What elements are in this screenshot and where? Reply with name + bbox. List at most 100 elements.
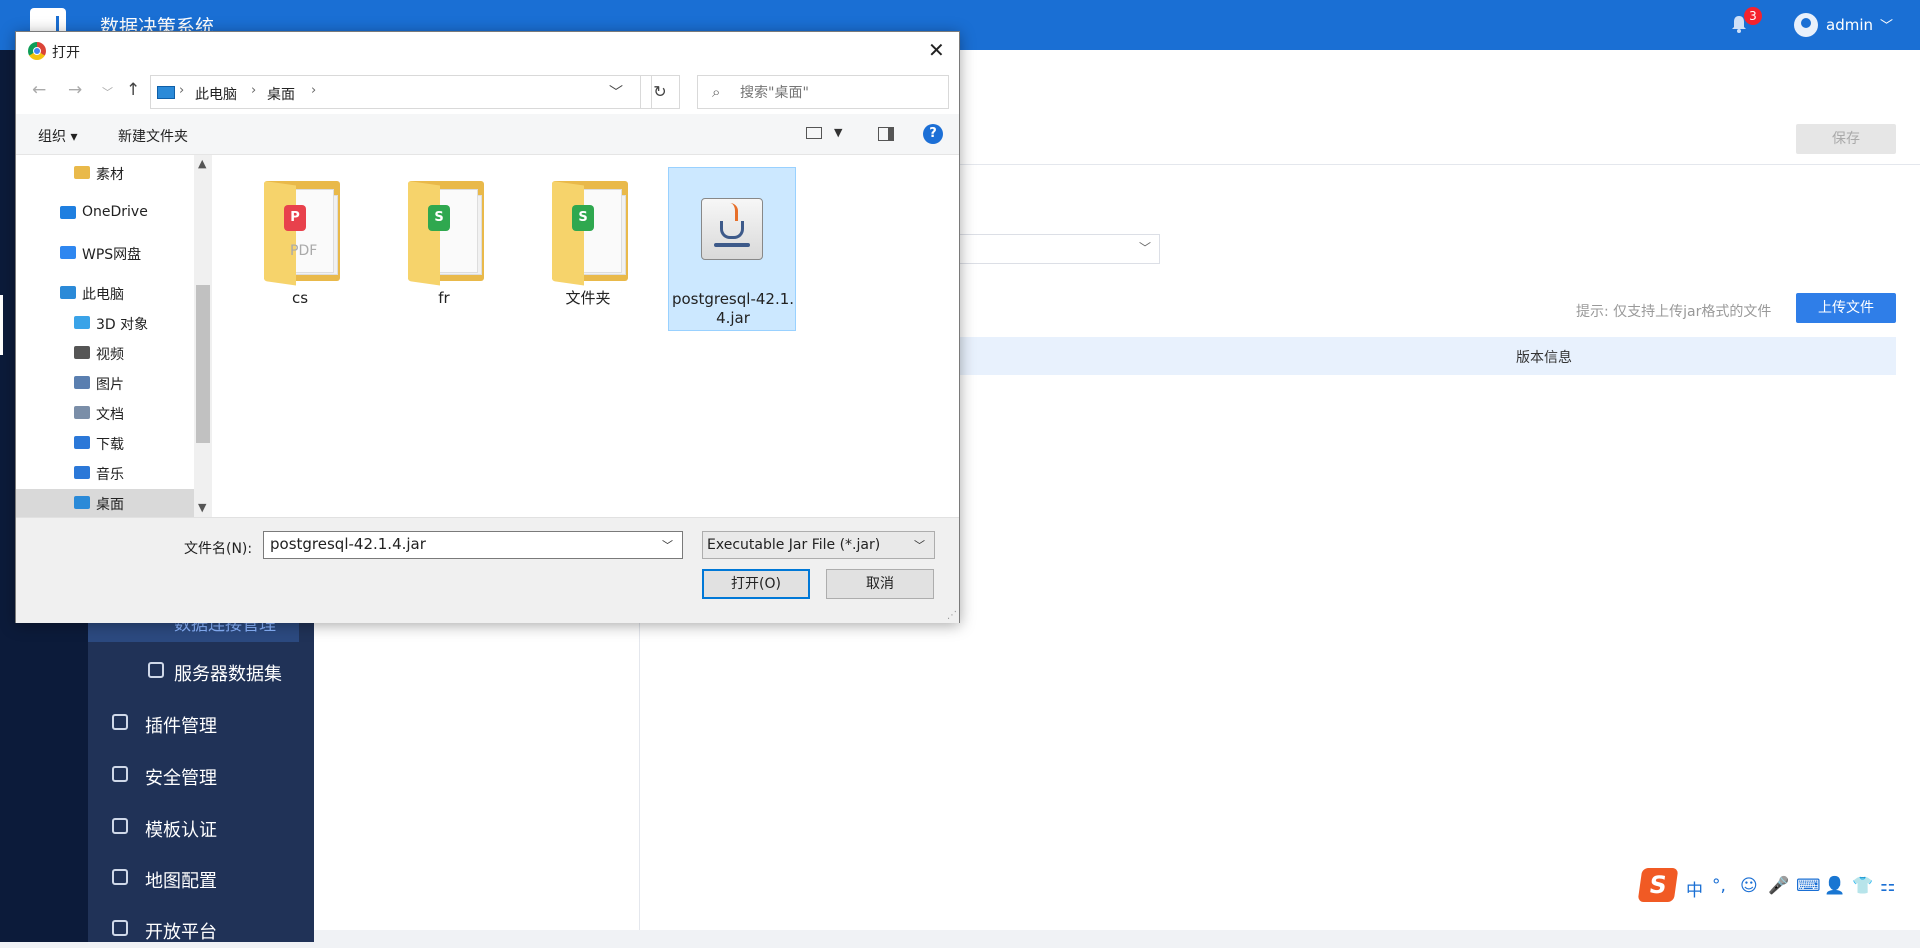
file-item-folder[interactable]: S 文件夹 bbox=[524, 167, 652, 331]
scroll-up-icon[interactable]: ▲ bbox=[198, 157, 206, 170]
sidebar-item-security[interactable]: 安全管理 bbox=[88, 758, 314, 794]
nav-tree-label: 音乐 bbox=[96, 467, 124, 483]
scrollbar-thumb[interactable] bbox=[196, 285, 210, 443]
refresh-button[interactable]: ↻ bbox=[640, 75, 680, 109]
navigation-pane: 素材 OneDrive WPS网盘此电脑 3D 对象视频图片文档下载音乐桌面 bbox=[16, 155, 194, 517]
nav-tree-label: 文档 bbox=[96, 407, 124, 423]
nav-scrollbar[interactable]: ▲ ▼ bbox=[194, 155, 212, 517]
folder-icon: S bbox=[552, 181, 628, 286]
nav-tree-item[interactable]: 图片 bbox=[16, 369, 194, 397]
resize-grip-icon[interactable]: ⋰ bbox=[947, 610, 957, 621]
sidebar-item-template-auth[interactable]: 模板认证 bbox=[88, 810, 314, 846]
scroll-down-icon[interactable]: ▼ bbox=[198, 501, 206, 514]
folder-icon: P PDF bbox=[264, 181, 340, 286]
file-name: postgresql-42.1.4.jar bbox=[671, 290, 795, 327]
nav-tree-item[interactable]: 此电脑 bbox=[16, 279, 194, 307]
notification-badge: 3 bbox=[1744, 7, 1762, 25]
nav-tree-label: 素材 bbox=[96, 167, 124, 183]
file-item-fr[interactable]: S fr bbox=[380, 167, 508, 331]
cloud-icon bbox=[60, 246, 76, 259]
chevron-down-icon[interactable]: ▼ bbox=[834, 126, 842, 139]
user-name[interactable]: admin bbox=[1826, 16, 1873, 34]
file-type-select[interactable]: Executable Jar File (*.jar) bbox=[702, 531, 935, 559]
picture-icon bbox=[74, 376, 90, 389]
nav-tree-item[interactable]: OneDrive bbox=[16, 199, 194, 227]
breadcrumb-this-pc[interactable]: 此电脑 bbox=[195, 84, 237, 104]
cube-icon bbox=[74, 316, 90, 329]
search-box[interactable]: ⌕ bbox=[697, 75, 949, 109]
nav-tree-label: 3D 对象 bbox=[96, 317, 149, 333]
nav-tree-item[interactable]: 音乐 bbox=[16, 459, 194, 487]
download-icon bbox=[74, 436, 90, 449]
breadcrumb-desktop[interactable]: 桌面 bbox=[267, 84, 295, 104]
sidebar-item-plugins[interactable]: 插件管理 bbox=[88, 706, 314, 742]
nav-tree-item[interactable]: 下载 bbox=[16, 429, 194, 457]
sidebar-item-server-dataset[interactable]: 服务器数据集 bbox=[88, 654, 314, 690]
avatar[interactable] bbox=[1794, 13, 1818, 37]
microphone-icon[interactable]: 🎤 bbox=[1768, 876, 1789, 896]
recent-locations-chevron-icon[interactable]: ﹀ bbox=[102, 84, 113, 100]
upload-hint: 提示: 仅支持上传jar格式的文件 bbox=[1576, 304, 1772, 320]
chevron-down-icon[interactable]: ﹀ bbox=[914, 537, 925, 553]
nav-tree-item[interactable]: 素材 bbox=[16, 159, 194, 187]
ime-chinese-mode[interactable]: 中 bbox=[1686, 876, 1703, 901]
sidebar-item-map-config[interactable]: 地图配置 bbox=[88, 861, 314, 897]
nav-tree-label: 此电脑 bbox=[82, 287, 124, 303]
nav-tree-label: 下载 bbox=[96, 437, 124, 453]
nav-tree-item[interactable]: WPS网盘 bbox=[16, 239, 194, 267]
nav-tree-label: 图片 bbox=[96, 377, 124, 393]
sidebar-item-open-platform[interactable]: 开放平台 bbox=[88, 912, 314, 948]
file-name: fr bbox=[438, 289, 450, 307]
forward-arrow-icon[interactable]: → bbox=[68, 80, 82, 100]
rail-active-indicator bbox=[0, 295, 3, 355]
close-icon[interactable]: ✕ bbox=[928, 38, 945, 62]
certificate-icon bbox=[112, 818, 128, 834]
nav-tree-item[interactable]: 3D 对象 bbox=[16, 309, 194, 337]
nav-tree-item[interactable]: 桌面 bbox=[16, 489, 194, 517]
search-input[interactable] bbox=[738, 82, 942, 104]
skin-icon[interactable]: 👕 bbox=[1852, 876, 1873, 896]
search-icon: ⌕ bbox=[712, 83, 721, 101]
chevron-down-icon: ﹀ bbox=[1139, 241, 1152, 255]
film-icon bbox=[74, 346, 90, 359]
address-bar[interactable]: › 此电脑 › 桌面 › ﹀ bbox=[150, 75, 652, 109]
ime-punctuation[interactable]: °, bbox=[1712, 876, 1726, 896]
user-icon[interactable]: 👤 bbox=[1824, 876, 1845, 896]
save-button[interactable]: 保存 bbox=[1796, 124, 1896, 154]
upload-file-button[interactable]: 上传文件 bbox=[1796, 293, 1896, 323]
filename-input[interactable]: postgresql-42.1.4.jar bbox=[263, 531, 683, 559]
computer-icon bbox=[157, 86, 175, 99]
nav-tree-label: 桌面 bbox=[96, 497, 124, 513]
file-name: 文件夹 bbox=[565, 289, 611, 307]
file-item-postgresql-jar[interactable]: postgresql-42.1.4.jar bbox=[668, 167, 796, 331]
nav-tree-item[interactable]: 文档 bbox=[16, 399, 194, 427]
nav-tree-label: WPS网盘 bbox=[82, 247, 142, 263]
sogou-logo-icon[interactable]: S bbox=[1637, 868, 1679, 902]
help-icon[interactable]: ? bbox=[923, 124, 943, 144]
chevron-right-icon[interactable]: › bbox=[311, 83, 316, 98]
open-button[interactable]: 打开(O) bbox=[702, 569, 810, 599]
java-jar-icon bbox=[701, 198, 763, 260]
dialog-titlebar[interactable]: 打开 ✕ bbox=[16, 32, 959, 70]
new-folder-button[interactable]: 新建文件夹 bbox=[118, 126, 188, 146]
cancel-button[interactable]: 取消 bbox=[826, 569, 934, 599]
sidebar-item-label: 地图配置 bbox=[145, 871, 217, 892]
navigation-bar: ← → ﹀ ↑ › 此电脑 › 桌面 › ﹀ ↻ ⌕ bbox=[16, 70, 959, 112]
organize-button[interactable]: 组织 ▾ bbox=[38, 126, 77, 146]
filename-label: 文件名(N): bbox=[184, 541, 253, 557]
file-item-cs[interactable]: P PDF cs bbox=[236, 167, 364, 331]
back-arrow-icon[interactable]: ← bbox=[32, 80, 46, 100]
shield-icon bbox=[112, 766, 128, 782]
chevron-down-icon[interactable]: ﹀ bbox=[1880, 15, 1893, 34]
sidebar-item-label: 开放平台 bbox=[145, 922, 217, 943]
view-icon[interactable] bbox=[806, 127, 822, 139]
chevron-down-icon[interactable]: ﹀ bbox=[609, 82, 623, 102]
preview-pane-icon[interactable] bbox=[878, 127, 894, 141]
toolbox-icon[interactable]: ⚏ bbox=[1880, 876, 1895, 896]
keyboard-icon[interactable]: ⌨ bbox=[1796, 876, 1821, 896]
emoji-icon[interactable]: ☺ bbox=[1740, 876, 1758, 896]
music-icon bbox=[74, 466, 90, 479]
chevron-down-icon[interactable]: ﹀ bbox=[662, 537, 673, 553]
nav-tree-item[interactable]: 视频 bbox=[16, 339, 194, 367]
up-arrow-icon[interactable]: ↑ bbox=[126, 80, 140, 100]
